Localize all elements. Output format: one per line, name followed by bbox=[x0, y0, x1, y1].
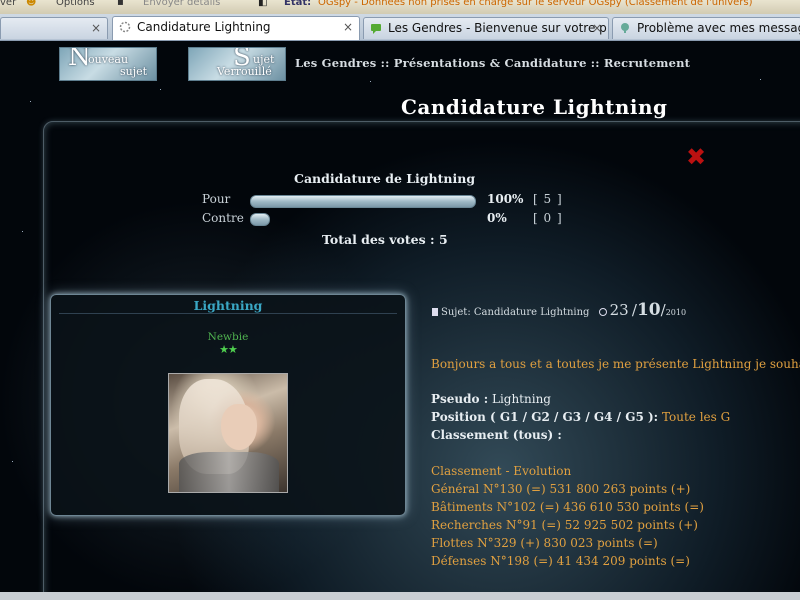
position-label: Position ( G1 / G2 / G3 / G4 / G5 ): bbox=[431, 410, 659, 424]
ranking-line: Bâtiments N°102 (=) 436 610 530 points (… bbox=[431, 500, 704, 514]
pseudo-label: Pseudo : bbox=[431, 392, 489, 406]
author-rank: Newbie bbox=[207, 331, 249, 343]
ogspy-status-text: OGspy - Données non prises en charge sur… bbox=[318, 0, 753, 8]
tab-candidature-lightning[interactable]: Candidature Lightning × bbox=[112, 16, 360, 40]
post-date-month: 10 bbox=[636, 300, 661, 320]
avatar bbox=[168, 373, 288, 493]
ranking-line: Recherches N°91 (=) 52 925 502 points (+… bbox=[431, 518, 698, 532]
poll-total: Total des votes : 5 bbox=[322, 232, 448, 247]
breadcrumb[interactable]: Les Gendres :: Présentations & Candidatu… bbox=[295, 56, 690, 70]
clock-icon bbox=[598, 308, 607, 316]
toolbar-badge-icon: ◧ bbox=[258, 0, 268, 8]
pseudo-line: Pseudo : Lightning bbox=[431, 392, 551, 406]
tab-previous[interactable]: × bbox=[0, 17, 108, 39]
loading-icon bbox=[119, 21, 131, 33]
send-icon: ▪ bbox=[117, 0, 124, 8]
poll-votes: [ 0 ] bbox=[533, 211, 563, 225]
close-icon[interactable]: × bbox=[91, 21, 101, 35]
evolution-title: Classement - Evolution bbox=[431, 464, 572, 478]
tab-label: Les Gendres - Bienvenue sur votre p... bbox=[388, 21, 609, 35]
position-value: Toute les G bbox=[661, 410, 731, 424]
close-icon[interactable]: ✖ bbox=[686, 145, 706, 169]
tab-label: Problème avec mes messages bbox=[637, 21, 800, 35]
author-panel: Lightning Newbie ★★ bbox=[50, 294, 406, 516]
status-label: Etat: bbox=[284, 0, 312, 8]
page-title: Candidature Lightning bbox=[401, 95, 668, 119]
browser-statusbar bbox=[0, 592, 800, 600]
poll-option-label: Contre bbox=[202, 211, 244, 225]
close-icon[interactable]: × bbox=[592, 21, 602, 35]
rank-stars-icon: ★★ bbox=[219, 343, 238, 356]
poll-bar-pour bbox=[250, 195, 476, 208]
tab-probleme-messages[interactable]: Problème avec mes messages bbox=[612, 17, 800, 39]
menu-item-view[interactable]: ver bbox=[0, 0, 16, 8]
locked-topic-line2: Verrouillé bbox=[217, 65, 272, 78]
browser-tab-strip: × Candidature Lightning × Les Gendres - … bbox=[0, 14, 800, 41]
pseudo-value: Lightning bbox=[491, 392, 551, 406]
poll-title: Candidature de Lightning bbox=[294, 171, 476, 186]
poll-option-label: Pour bbox=[202, 192, 231, 206]
smiley-icon: ☻ bbox=[26, 0, 37, 8]
post-meta: Sujet: Candidature Lightning 23 /10/2010 bbox=[432, 300, 686, 320]
ranking-line: Défenses N°198 (=) 41 434 209 points (=) bbox=[431, 554, 690, 568]
forum-icon bbox=[619, 22, 631, 34]
post-date-day: 23 bbox=[609, 301, 629, 319]
post-intro: Bonjours a tous et a toutes je me présen… bbox=[431, 357, 800, 371]
menu-item-options[interactable]: Options bbox=[56, 0, 95, 8]
browser-menubar: ver ☻ Options ▪ Envoyer détails ◧ Etat: … bbox=[0, 0, 800, 14]
locked-topic-button[interactable]: S ujet Verrouillé bbox=[188, 47, 286, 81]
author-name[interactable]: Lightning bbox=[51, 298, 405, 313]
poll-bar-contre bbox=[250, 213, 270, 226]
forum-icon bbox=[370, 22, 382, 34]
post-subject: Candidature Lightning bbox=[473, 307, 590, 318]
menu-item-send-details[interactable]: Envoyer détails bbox=[143, 0, 220, 8]
ranking-line: Général N°130 (=) 531 800 263 points (+) bbox=[431, 482, 691, 496]
new-topic-line2: sujet bbox=[120, 65, 148, 78]
position-line: Position ( G1 / G2 / G3 / G4 / G5 ): Tou… bbox=[431, 410, 730, 424]
new-topic-button[interactable]: N ouveau sujet bbox=[59, 47, 157, 81]
forum-page: N ouveau sujet S ujet Verrouillé Les Gen… bbox=[0, 41, 800, 600]
classement-label: Classement (tous) : bbox=[431, 428, 562, 442]
poll-percent: 100% bbox=[487, 192, 524, 206]
close-icon[interactable]: × bbox=[343, 20, 353, 34]
post-date-year: 2010 bbox=[665, 308, 687, 317]
document-icon bbox=[432, 308, 438, 316]
subject-label: Sujet: bbox=[441, 307, 471, 318]
tab-label: Candidature Lightning bbox=[137, 20, 271, 34]
divider bbox=[59, 313, 397, 314]
tab-les-gendres[interactable]: Les Gendres - Bienvenue sur votre p... × bbox=[363, 17, 609, 39]
ranking-line: Flottes N°329 (+) 830 023 points (=) bbox=[431, 536, 658, 550]
poll-percent: 0% bbox=[487, 211, 507, 225]
poll-votes: [ 5 ] bbox=[533, 192, 563, 206]
